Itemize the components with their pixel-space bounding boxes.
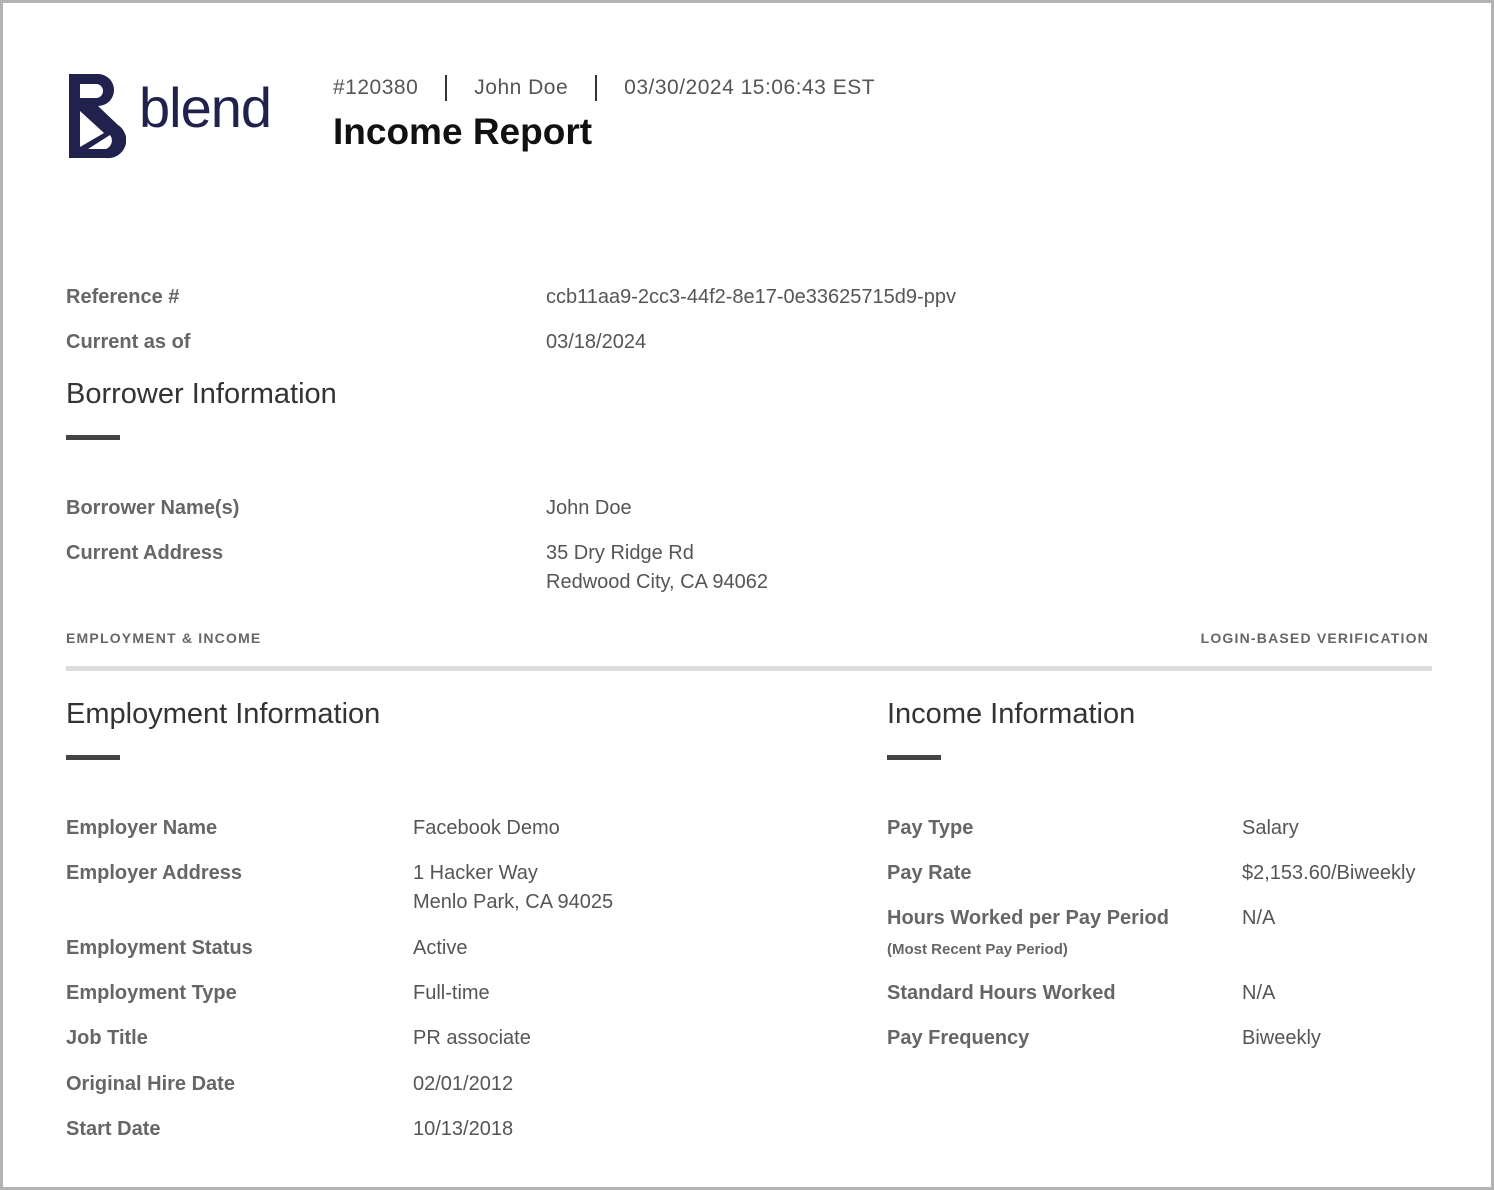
income-report-page: blend #120380 John Doe 03/30/2024 15:06:… [0, 0, 1494, 1190]
pay-rate-value: $2,153.60/Biweekly [1242, 862, 1416, 884]
section-underline [887, 755, 941, 760]
current-as-of-label: Current as of [66, 331, 191, 353]
section-underline [66, 435, 120, 440]
employer-address-label: Employer Address [66, 862, 242, 884]
employer-name-label: Employer Name [66, 817, 218, 839]
section-underline [66, 755, 120, 760]
current-as-of-value: 03/18/2024 [546, 331, 647, 353]
start-date-label: Start Date [66, 1118, 161, 1140]
section-divider [66, 666, 1432, 671]
employment-type-label: Employment Type [66, 982, 237, 1004]
current-address-label: Current Address [66, 542, 224, 564]
employer-name-value: Facebook Demo [413, 817, 560, 839]
employer-address-line-1: 1 Hacker Way [413, 862, 538, 884]
job-title-value: PR associate [413, 1027, 531, 1049]
page-title: Income Report [333, 111, 593, 152]
borrower-info-title: Borrower Information [66, 378, 337, 410]
pay-type-label: Pay Type [887, 817, 974, 839]
hire-date-label: Original Hire Date [66, 1073, 235, 1095]
hours-worked-sublabel: (Most Recent Pay Period) [887, 941, 1068, 958]
employment-type-value: Full-time [413, 982, 490, 1004]
income-info-title: Income Information [887, 698, 1136, 730]
reference-label: Reference # [66, 286, 180, 308]
address-line-2: Redwood City, CA 94062 [546, 571, 768, 593]
verification-type-label: LOGIN-BASED VERIFICATION [1200, 630, 1429, 646]
borrower-name-value: John Doe [546, 497, 632, 519]
hire-date-value: 02/01/2012 [413, 1073, 514, 1095]
blend-logo: blend [66, 71, 286, 163]
pay-rate-label: Pay Rate [887, 862, 972, 884]
current-address-value: 35 Dry Ridge Rd Redwood City, CA 94062 [546, 539, 768, 597]
hours-worked-value: N/A [1242, 907, 1276, 929]
hours-worked-label: Hours Worked per Pay Period [887, 907, 1169, 929]
employment-income-label: EMPLOYMENT & INCOME [66, 630, 262, 646]
report-timestamp: 03/30/2024 15:06:43 EST [624, 76, 876, 99]
employment-status-label: Employment Status [66, 937, 253, 959]
start-date-value: 10/13/2018 [413, 1118, 514, 1140]
employment-info-title: Employment Information [66, 698, 381, 730]
meta-separator [595, 75, 598, 101]
employment-status-value: Active [413, 937, 468, 959]
reference-value: ccb11aa9-2cc3-44f2-8e17-0e33625715d9-ppv [546, 286, 956, 308]
report-meta: #120380 John Doe 03/30/2024 15:06:43 EST [333, 75, 875, 101]
employer-address-value: 1 Hacker Way Menlo Park, CA 94025 [413, 859, 613, 917]
pay-type-value: Salary [1242, 817, 1299, 839]
pay-frequency-label: Pay Frequency [887, 1027, 1030, 1049]
borrower-name-label: Borrower Name(s) [66, 497, 240, 519]
report-borrower: John Doe [474, 76, 569, 99]
meta-separator [445, 75, 448, 101]
address-line-1: 35 Dry Ridge Rd [546, 542, 694, 564]
employer-address-line-2: Menlo Park, CA 94025 [413, 891, 614, 913]
report-number: #120380 [333, 76, 419, 99]
standard-hours-label: Standard Hours Worked [887, 982, 1116, 1004]
pay-frequency-value: Biweekly [1242, 1027, 1321, 1049]
standard-hours-value: N/A [1242, 982, 1276, 1004]
logo-wordmark: blend [139, 76, 272, 139]
job-title-label: Job Title [66, 1027, 148, 1049]
blend-b-logo-icon [69, 74, 126, 159]
